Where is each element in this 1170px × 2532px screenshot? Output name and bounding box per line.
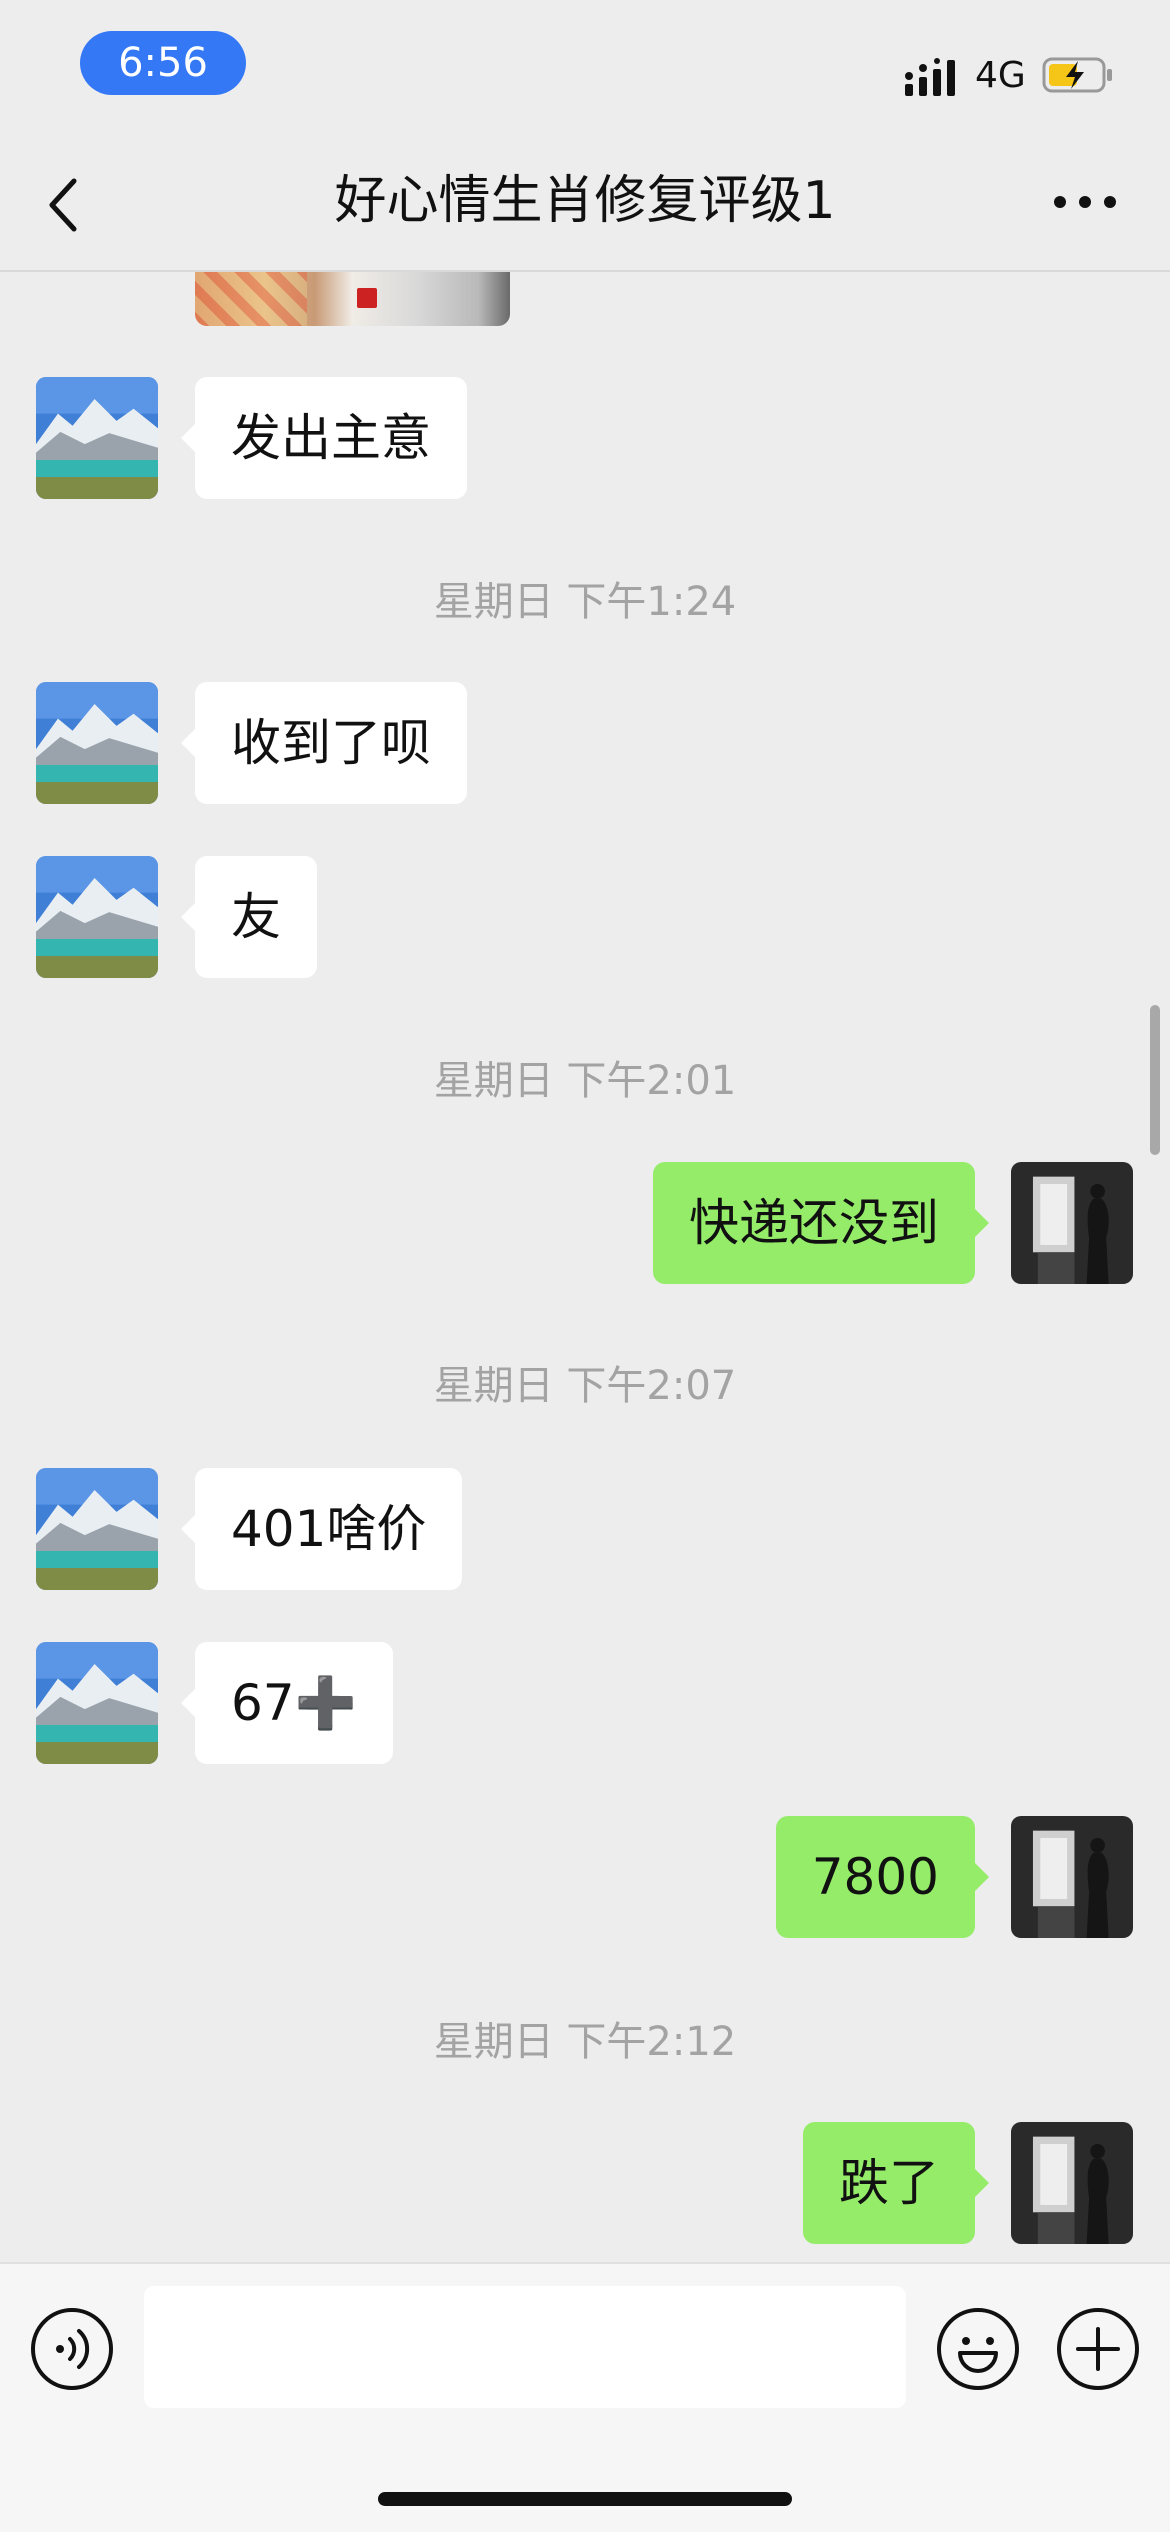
status-time: 6:56: [80, 31, 246, 95]
message-timestamp: 星期日 下午2:12: [433, 2019, 737, 2065]
message-timestamp: 星期日 下午2:01: [433, 1058, 737, 1104]
incoming-message[interactable]: 友: [181, 856, 317, 978]
mountain-lake-image: [36, 1642, 158, 1764]
mountain-lake-image: [36, 1468, 158, 1590]
doorway-silhouette-image: [1011, 1162, 1133, 1284]
scrollbar[interactable]: [1150, 1005, 1160, 1155]
incoming-message[interactable]: 401啥价: [180, 1468, 463, 1590]
contact-avatar[interactable]: [36, 856, 158, 978]
contact-avatar[interactable]: [36, 1642, 158, 1764]
input-bar: [0, 2262, 1170, 2532]
plus-emoji: ➕: [294, 1674, 357, 1732]
ellipsis-icon[interactable]: [1050, 190, 1120, 214]
outgoing-message[interactable]: 跌了: [803, 2122, 989, 2244]
contact-avatar[interactable]: [36, 1468, 158, 1590]
doorway-silhouette-image: [1011, 1816, 1133, 1938]
incoming-message[interactable]: 收到了呗: [181, 682, 467, 804]
my-avatar[interactable]: [1011, 1816, 1133, 1938]
outgoing-message[interactable]: 快递还没到: [653, 1162, 989, 1284]
mountain-lake-image: [36, 856, 158, 978]
chat-header: 好心情生肖修复评级1: [0, 130, 1170, 272]
my-avatar[interactable]: [1011, 1162, 1133, 1284]
contact-avatar[interactable]: [36, 377, 158, 499]
status-bar: 6:56 4G: [0, 0, 1170, 130]
voice-icon[interactable]: [30, 2307, 114, 2391]
message-timestamp: 星期日 下午1:24: [433, 579, 737, 625]
chat-title: 好心情生肖修复评级1: [334, 171, 836, 231]
message-list[interactable]: 发出主意 星期日 下午1:24 收到了呗 友 星期日 下午2:01 快递还没到: [0, 272, 1170, 2262]
mountain-lake-image: [36, 377, 158, 499]
mountain-lake-image: [36, 682, 158, 804]
signal-icon: [905, 58, 955, 96]
add-icon[interactable]: [1056, 2307, 1140, 2391]
chevron-left-icon[interactable]: [40, 175, 90, 235]
battery-charging-icon: [1042, 57, 1112, 93]
message-input[interactable]: [144, 2286, 906, 2408]
home-indicator[interactable]: [378, 2492, 792, 2506]
image-message[interactable]: [195, 272, 510, 326]
incoming-message[interactable]: 67➕: [181, 1642, 393, 1764]
contact-avatar[interactable]: [36, 682, 158, 804]
my-avatar[interactable]: [1011, 2122, 1133, 2244]
outgoing-message[interactable]: 7800: [775, 1816, 990, 1938]
network-type: 4G: [975, 55, 1026, 96]
message-text: 67: [231, 1674, 295, 1732]
doorway-silhouette-image: [1011, 2122, 1133, 2244]
emoji-icon[interactable]: [936, 2307, 1020, 2391]
message-timestamp: 星期日 下午2:07: [433, 1363, 737, 1409]
incoming-message[interactable]: 发出主意: [181, 377, 467, 499]
